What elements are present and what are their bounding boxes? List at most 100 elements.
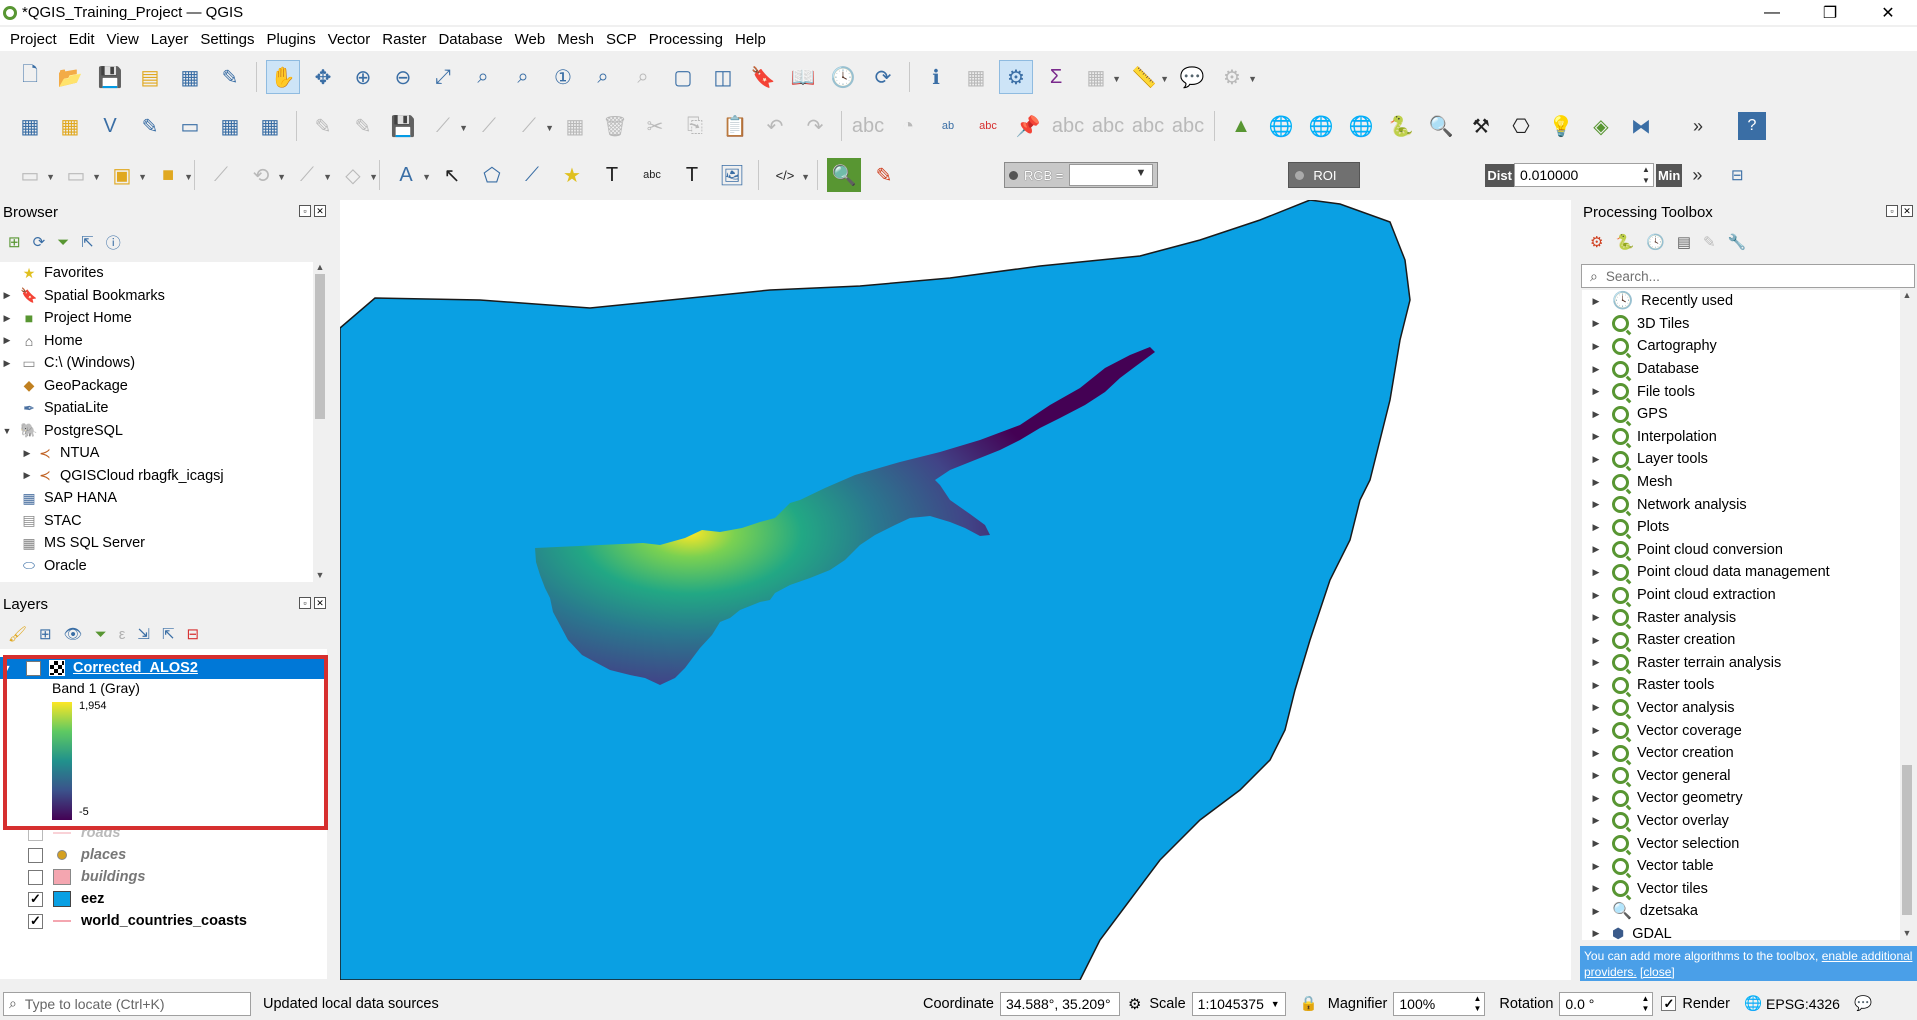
expand-arrow-icon[interactable]: ▶: [1586, 544, 1606, 555]
results-viewer-icon[interactable]: ▤: [1677, 233, 1691, 251]
layer-visibility-checkbox[interactable]: ✓: [28, 913, 43, 929]
style-layer-icon[interactable]: 🖌: [8, 625, 27, 643]
proc-item-3d-tiles[interactable]: ▶ 3D Tiles: [1582, 313, 1901, 336]
expand-arrow-icon[interactable]: ▶: [1586, 590, 1606, 601]
menu-database[interactable]: Database: [432, 31, 508, 48]
proc-item-dzetsaka[interactable]: ▶ 🔍 dzetsaka: [1582, 900, 1901, 923]
proc-item-plots[interactable]: ▶ Plots: [1582, 516, 1901, 539]
expand-arrow-icon[interactable]: ▶: [1586, 364, 1606, 375]
close-panel-icon[interactable]: ✕: [1901, 205, 1913, 217]
toggle-editing-icon[interactable]: ✎: [346, 109, 380, 143]
style-manager-icon[interactable]: ✎: [213, 60, 247, 94]
spinbox-arrows-icon[interactable]: ▲ ▼: [1642, 164, 1650, 186]
expand-arrow-icon[interactable]: ▶: [0, 290, 14, 301]
add-selected-layers-icon[interactable]: ⊞: [8, 233, 21, 251]
scale-combobox[interactable]: 1:1045375 ▼: [1191, 991, 1286, 1016]
proc-item-file-tools[interactable]: ▶ File tools: [1582, 380, 1901, 403]
layer-eez[interactable]: ✓ eez: [0, 888, 104, 910]
proc-item-network-analysis[interactable]: ▶ Network analysis: [1582, 493, 1901, 516]
close-panel-icon[interactable]: ✕: [314, 205, 326, 217]
proc-item-gps[interactable]: ▶ GPS: [1582, 403, 1901, 426]
proc-item-vector-tiles[interactable]: ▶ Vector tiles: [1582, 877, 1901, 900]
refresh-icon[interactable]: ⟳: [866, 60, 900, 94]
proc-item-layer-tools[interactable]: ▶ Layer tools: [1582, 448, 1901, 471]
collapse-arrow-icon[interactable]: ▼: [0, 663, 14, 673]
delete-selected-icon[interactable]: 🗑: [598, 109, 632, 143]
expand-arrow-icon[interactable]: ▶: [1586, 612, 1606, 623]
layer-labeling-options-icon[interactable]: ab: [931, 109, 965, 143]
select-location-icon[interactable]: ■ ▼: [151, 158, 193, 192]
proc-item-vector-general[interactable]: ▶ Vector general: [1582, 764, 1901, 787]
proc-item-point-cloud-extraction[interactable]: ▶ Point cloud extraction: [1582, 584, 1901, 607]
expand-arrow-icon[interactable]: ▶: [1586, 431, 1606, 442]
browser-item-geopackage[interactable]: ◆ GeoPackage: [0, 375, 327, 398]
move-label-icon[interactable]: abc: [1091, 109, 1125, 143]
edit-features-in-place-icon[interactable]: ✎: [1703, 233, 1716, 251]
help-icon[interactable]: ?: [1738, 112, 1766, 140]
diagram-icon[interactable]: ◔: [891, 109, 925, 143]
vertex-tool-icon[interactable]: ⟋: [472, 109, 506, 143]
expand-arrow-icon[interactable]: ▶: [1586, 657, 1606, 668]
proc-item-mesh[interactable]: ▶ Mesh: [1582, 471, 1901, 494]
browser-item-favorites[interactable]: ★ Favorites: [0, 262, 327, 285]
layer-visibility-checkbox[interactable]: [28, 869, 43, 885]
close-panel-icon[interactable]: ✕: [314, 597, 326, 609]
layout-manager-icon[interactable]: ▦: [173, 60, 207, 94]
new-geopackage-layer-icon[interactable]: ▦: [53, 109, 87, 143]
crs-label[interactable]: EPSG:4326: [1766, 996, 1840, 1012]
properties-info-icon[interactable]: ⓘ: [106, 232, 121, 253]
rgb-toggle[interactable]: RGB = ▼: [1004, 162, 1159, 188]
proc-item-cartography[interactable]: ▶ Cartography: [1582, 335, 1901, 358]
scripts-icon[interactable]: 🐍: [1615, 233, 1634, 251]
expand-arrow-icon[interactable]: ▶: [1586, 477, 1606, 488]
identify-features-icon[interactable]: ℹ: [919, 60, 953, 94]
magnifier-input[interactable]: 100% ▲ ▼: [1393, 991, 1486, 1016]
expand-arrow-icon[interactable]: ▶: [0, 313, 14, 324]
menu-mesh[interactable]: Mesh: [551, 31, 600, 48]
python-console-icon[interactable]: 🐍: [1384, 109, 1418, 143]
expand-arrow-icon[interactable]: ▶: [1586, 409, 1606, 420]
graphical-modeler-icon[interactable]: ⎔: [1504, 109, 1538, 143]
expand-arrow-icon[interactable]: ▶: [1586, 680, 1606, 691]
close-button[interactable]: ✕: [1859, 0, 1917, 25]
new-shapefile-layer-icon[interactable]: V: [93, 109, 127, 143]
lightbulb-icon[interactable]: 💡: [1544, 109, 1578, 143]
open-attribute-table-icon[interactable]: ▦: [959, 60, 993, 94]
save-project-icon[interactable]: 💾: [93, 60, 127, 94]
proc-item-point-cloud-data-management[interactable]: ▶ Point cloud data management: [1582, 561, 1901, 584]
render-checkbox[interactable]: ✓: [1661, 996, 1677, 1011]
menu-view[interactable]: View: [101, 31, 145, 48]
cut-features-icon[interactable]: ✂: [638, 109, 672, 143]
messages-icon[interactable]: 💬: [1854, 995, 1872, 1012]
manage-visibility-icon[interactable]: 👁: [64, 625, 83, 643]
browser-item-ntua[interactable]: ▶ ≺ NTUA: [0, 442, 327, 465]
rotate-label-icon[interactable]: abc: [1131, 109, 1165, 143]
locator-search[interactable]: ⌕ Type to locate (Ctrl+K): [3, 991, 251, 1016]
select-by-area-icon[interactable]: ▭ ▼: [13, 158, 55, 192]
options-wrench-icon[interactable]: 🔧: [1728, 233, 1747, 251]
browser-item-c-drive[interactable]: ▶ ▭ C:\ (Windows): [0, 352, 327, 375]
expand-arrow-icon[interactable]: ▶: [1586, 499, 1606, 510]
plugin-search-icon[interactable]: 🔍: [1424, 109, 1458, 143]
select-annotation-icon[interactable]: ↖: [435, 158, 469, 192]
undo-icon[interactable]: ↶: [758, 109, 792, 143]
text-annotation-icon[interactable]: T: [595, 158, 629, 192]
text-along-line-icon[interactable]: abc: [635, 158, 669, 192]
wms-icon[interactable]: 🌐: [1304, 109, 1338, 143]
browser-item-spatial-bookmarks[interactable]: ▶ 🔖 Spatial Bookmarks: [0, 285, 327, 308]
float-panel-icon[interactable]: ▫: [299, 597, 311, 609]
proc-item-gdal[interactable]: ▶ ⬢ GDAL: [1582, 923, 1901, 940]
redo-icon[interactable]: ↷: [798, 109, 832, 143]
proc-item-raster-creation[interactable]: ▶ Raster creation: [1582, 629, 1901, 652]
pin-labels-icon[interactable]: 📌: [1011, 109, 1045, 143]
expand-arrow-icon[interactable]: ▶: [1586, 838, 1606, 849]
zoom-full-icon[interactable]: ⤢: [426, 60, 460, 94]
float-panel-icon[interactable]: ▫: [299, 205, 311, 217]
picture-annotation-icon[interactable]: 🖼: [715, 158, 749, 192]
deselect-icon[interactable]: ▭ ▼: [59, 158, 101, 192]
proc-item-recently-used[interactable]: ▶ 🕓 Recently used: [1582, 290, 1901, 313]
proc-item-vector-creation[interactable]: ▶ Vector creation: [1582, 742, 1901, 765]
more-tools-chevron-icon[interactable]: »: [1681, 109, 1715, 143]
menu-vector[interactable]: Vector: [322, 31, 377, 48]
zoom-out-icon[interactable]: ⊖: [386, 60, 420, 94]
